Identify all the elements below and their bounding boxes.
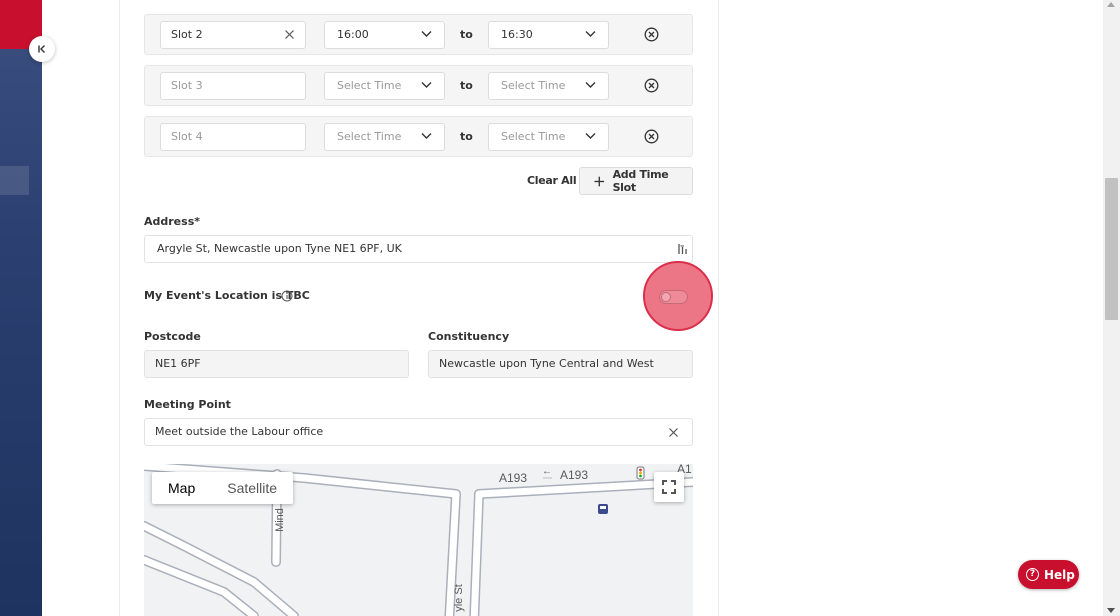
end-time-placeholder: Select Time	[501, 130, 566, 143]
scroll-up-icon[interactable]	[1107, 2, 1115, 7]
remove-slot-icon[interactable]	[644, 129, 659, 144]
clear-icon[interactable]	[668, 427, 679, 438]
address-label: Address*	[144, 215, 200, 228]
help-label: Help	[1044, 567, 1075, 582]
remove-slot-icon[interactable]	[644, 78, 659, 93]
slot-name-placeholder: Slot 4	[171, 130, 203, 143]
chevron-down-icon	[421, 133, 432, 139]
road-label-a193: A193	[560, 468, 589, 482]
start-time-placeholder: Select Time	[337, 79, 402, 92]
tbc-toggle[interactable]	[659, 290, 688, 304]
map-type-map[interactable]: Map	[152, 472, 211, 504]
chevron-down-icon	[585, 31, 596, 37]
road-label-a193: A193	[499, 471, 528, 485]
meeting-point-value: Meet outside the Labour office	[155, 425, 324, 438]
start-time-select[interactable]: 16:00	[324, 21, 445, 49]
road-label-argyle: yle St	[452, 584, 465, 612]
fullscreen-button[interactable]	[654, 472, 684, 502]
end-time-value: 16:30	[501, 28, 533, 41]
slot-name-value: Slot 2	[171, 28, 203, 41]
add-time-slot-label: Add Time Slot	[612, 168, 669, 194]
to-label: to	[460, 28, 473, 41]
sidebar	[0, 0, 42, 616]
address-value: Argyle St, Newcastle upon Tyne NE1 6PF, …	[157, 242, 402, 255]
postcode-field: NE1 6PF	[144, 350, 409, 378]
address-input[interactable]: Argyle St, Newcastle upon Tyne NE1 6PF, …	[144, 235, 693, 263]
start-time-placeholder: Select Time	[337, 130, 402, 143]
fullscreen-icon	[662, 480, 676, 494]
meeting-point-input[interactable]: Meet outside the Labour office	[144, 418, 693, 446]
chevron-down-icon	[421, 82, 432, 88]
time-slot-row: Slot 4 Select Time to Select Time	[144, 116, 693, 157]
arrow-left-icon: ←	[542, 466, 552, 477]
scroll-thumb[interactable]	[1105, 178, 1118, 320]
slot-name-input[interactable]: Slot 3	[160, 72, 306, 100]
sidebar-active-item[interactable]	[0, 166, 29, 195]
slot-name-input[interactable]: Slot 2	[160, 21, 306, 49]
chevron-down-icon	[585, 133, 596, 139]
start-time-select[interactable]: Select Time	[324, 123, 445, 151]
map-type-control: Map Satellite	[152, 472, 294, 504]
plus-icon	[594, 176, 605, 186]
to-label: to	[460, 79, 473, 92]
location-picker-icon[interactable]	[677, 243, 688, 255]
click-highlight	[643, 261, 713, 331]
to-label: to	[460, 130, 473, 143]
end-time-select[interactable]: 16:30	[488, 21, 609, 49]
constituency-field: Newcastle upon Tyne Central and West	[428, 350, 693, 378]
map-type-satellite[interactable]: Satellite	[211, 472, 293, 504]
scroll-down-icon[interactable]	[1107, 608, 1115, 613]
toggle-knob	[661, 292, 671, 302]
end-time-select[interactable]: Select Time	[488, 123, 609, 151]
remove-slot-icon[interactable]	[644, 27, 659, 42]
meeting-point-label: Meeting Point	[144, 398, 231, 411]
clear-all-button[interactable]: Clear All	[527, 174, 577, 187]
start-time-select[interactable]: Select Time	[324, 72, 445, 100]
chevron-down-icon	[585, 82, 596, 88]
end-time-select[interactable]: Select Time	[488, 72, 609, 100]
postcode-label: Postcode	[144, 330, 201, 343]
road-label-mind: Mind	[273, 508, 286, 532]
help-button[interactable]: ? Help	[1018, 560, 1079, 589]
collapse-sidebar-button[interactable]	[29, 36, 55, 62]
time-slot-row: Slot 2 16:00 to 16:30	[144, 14, 693, 55]
constituency-value: Newcastle upon Tyne Central and West	[439, 357, 654, 370]
page-scrollbar[interactable]	[1103, 0, 1120, 616]
start-time-value: 16:00	[337, 28, 369, 41]
slot-name-input[interactable]: Slot 4	[160, 123, 306, 151]
location-map[interactable]: A193 ← A193 A1 Mind yle St Map Satellite	[144, 464, 693, 616]
info-icon[interactable]	[281, 290, 293, 302]
chevron-down-icon	[421, 31, 432, 37]
constituency-label: Constituency	[428, 330, 510, 343]
collapse-left-icon	[38, 45, 45, 53]
clear-icon[interactable]	[284, 29, 295, 40]
add-time-slot-button[interactable]: Add Time Slot	[579, 167, 693, 195]
time-slot-row: Slot 3 Select Time to Select Time	[144, 65, 693, 106]
slot-name-placeholder: Slot 3	[171, 79, 203, 92]
postcode-value: NE1 6PF	[155, 357, 201, 370]
end-time-placeholder: Select Time	[501, 79, 566, 92]
question-icon: ?	[1026, 568, 1039, 581]
